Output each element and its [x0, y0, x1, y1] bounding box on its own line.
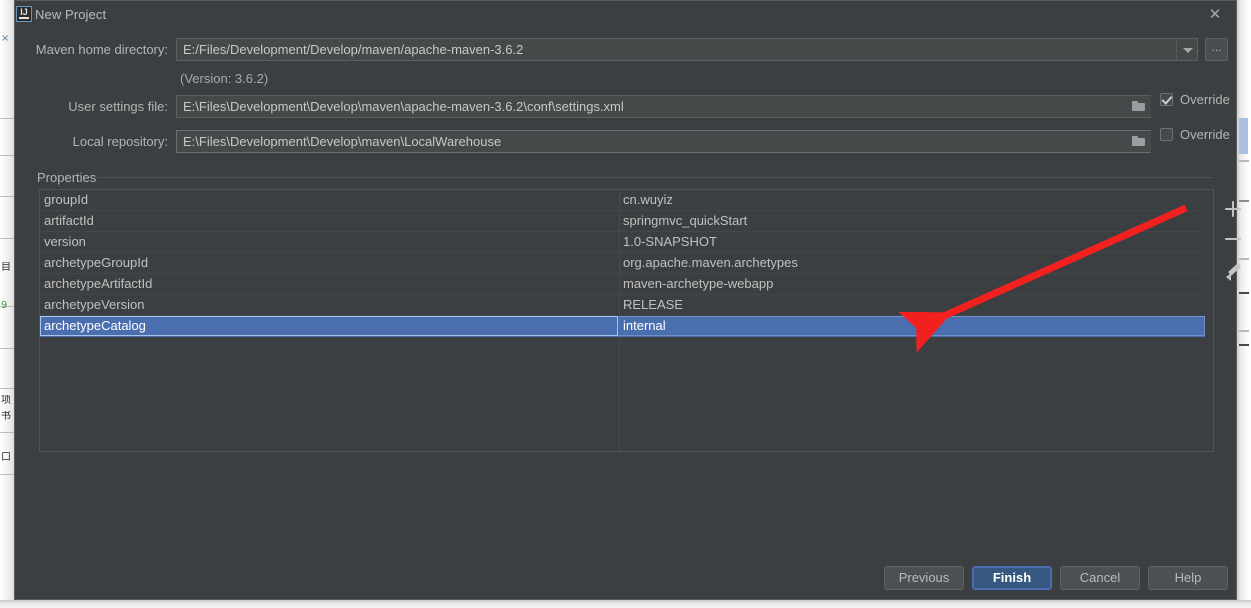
- help-button[interactable]: Help: [1148, 566, 1228, 590]
- properties-group-label: Properties: [37, 170, 97, 185]
- folder-icon: [1132, 136, 1146, 146]
- table-row[interactable]: artifactId springmvc_quickStart: [40, 211, 1205, 232]
- table-row[interactable]: archetypeVersion RELEASE: [40, 295, 1205, 316]
- property-value: internal: [623, 318, 666, 333]
- property-key: groupId: [44, 192, 89, 207]
- maven-home-label: Maven home directory:: [35, 42, 168, 57]
- user-settings-folder-icon[interactable]: [1127, 96, 1151, 117]
- property-key: archetypeCatalog: [44, 318, 146, 333]
- properties-table-panel: groupId cn.wuyiz artifactId springmvc_quick…: [39, 189, 1214, 452]
- maven-home-browse-button[interactable]: ...: [1205, 38, 1228, 61]
- property-value: 1.0-SNAPSHOT: [623, 234, 717, 249]
- property-key: archetypeArtifactId: [44, 276, 153, 291]
- dialog-titlebar: IJ New Project ✕: [15, 1, 1236, 29]
- property-key: archetypeGroupId: [44, 255, 149, 270]
- user-settings-input[interactable]: E:\Files\Development\Develop\maven\apach…: [176, 95, 1151, 118]
- dialog-title: New Project: [35, 7, 107, 22]
- close-icon[interactable]: ✕: [1204, 5, 1226, 25]
- previous-button[interactable]: Previous: [884, 566, 964, 590]
- maven-home-input[interactable]: E:/Files/Development/Develop/maven/apach…: [176, 38, 1188, 61]
- cancel-button[interactable]: Cancel: [1060, 566, 1140, 590]
- property-value: cn.wuyiz: [623, 192, 673, 207]
- intellij-idea-logo-icon: IJ: [16, 6, 32, 22]
- checkbox-checked-icon: [1160, 93, 1173, 106]
- table-row[interactable]: version 1.0-SNAPSHOT: [40, 232, 1205, 253]
- bg-glyph: 书: [1, 411, 11, 422]
- user-settings-label: User settings file:: [68, 99, 168, 114]
- properties-toolbar: [1214, 189, 1251, 452]
- property-key: archetypeVersion: [44, 297, 145, 312]
- local-repository-override-label: Override: [1180, 127, 1230, 142]
- bg-glyph: 口: [1, 452, 11, 463]
- property-value: RELEASE: [623, 297, 683, 312]
- bg-glyph: ×: [1, 33, 10, 44]
- bg-glyph: 9: [1, 300, 8, 311]
- local-repository-label: Local repository:: [72, 134, 168, 149]
- properties-group-divider: [97, 177, 1212, 178]
- user-settings-override-checkbox[interactable]: Override: [1160, 92, 1230, 107]
- bg-glyph: 目: [1, 262, 11, 273]
- bg-glyph: 项: [1, 395, 11, 406]
- screen: × 目 9 项 书 口 IJ New Project ✕ Maven home …: [0, 0, 1251, 608]
- table-row[interactable]: groupId cn.wuyiz: [40, 190, 1205, 211]
- local-repository-override-checkbox[interactable]: Override: [1160, 127, 1230, 142]
- pencil-icon: [1225, 261, 1241, 281]
- new-project-dialog: IJ New Project ✕ Maven home directory: E…: [14, 0, 1241, 600]
- add-property-button[interactable]: [1221, 197, 1245, 221]
- edit-property-button[interactable]: [1221, 257, 1245, 281]
- property-key: artifactId: [44, 213, 94, 228]
- user-settings-override-label: Override: [1180, 92, 1230, 107]
- property-key: version: [44, 234, 86, 249]
- table-row[interactable]: archetypeCatalog internal: [40, 316, 1205, 337]
- maven-version-note: (Version: 3.6.2): [180, 71, 269, 86]
- local-repository-input[interactable]: E:\Files\Development\Develop\maven\Local…: [176, 130, 1151, 153]
- properties-table[interactable]: groupId cn.wuyiz artifactId springmvc_quick…: [40, 190, 1205, 337]
- checkbox-unchecked-icon: [1160, 128, 1173, 141]
- property-value: maven-archetype-webapp: [623, 276, 774, 291]
- remove-property-button[interactable]: [1221, 227, 1245, 251]
- table-row[interactable]: archetypeGroupId org.apache.maven.archety…: [40, 253, 1205, 274]
- chevron-down-icon[interactable]: [1176, 38, 1198, 61]
- table-row[interactable]: archetypeArtifactId maven-archetype-webap…: [40, 274, 1205, 295]
- background-ide-bottom-strip: [0, 600, 1251, 608]
- property-value: org.apache.maven.archetypes: [623, 255, 798, 270]
- local-repository-folder-icon[interactable]: [1127, 131, 1151, 152]
- finish-button[interactable]: Finish: [972, 566, 1052, 590]
- property-value: springmvc_quickStart: [623, 213, 748, 228]
- folder-icon: [1132, 101, 1146, 111]
